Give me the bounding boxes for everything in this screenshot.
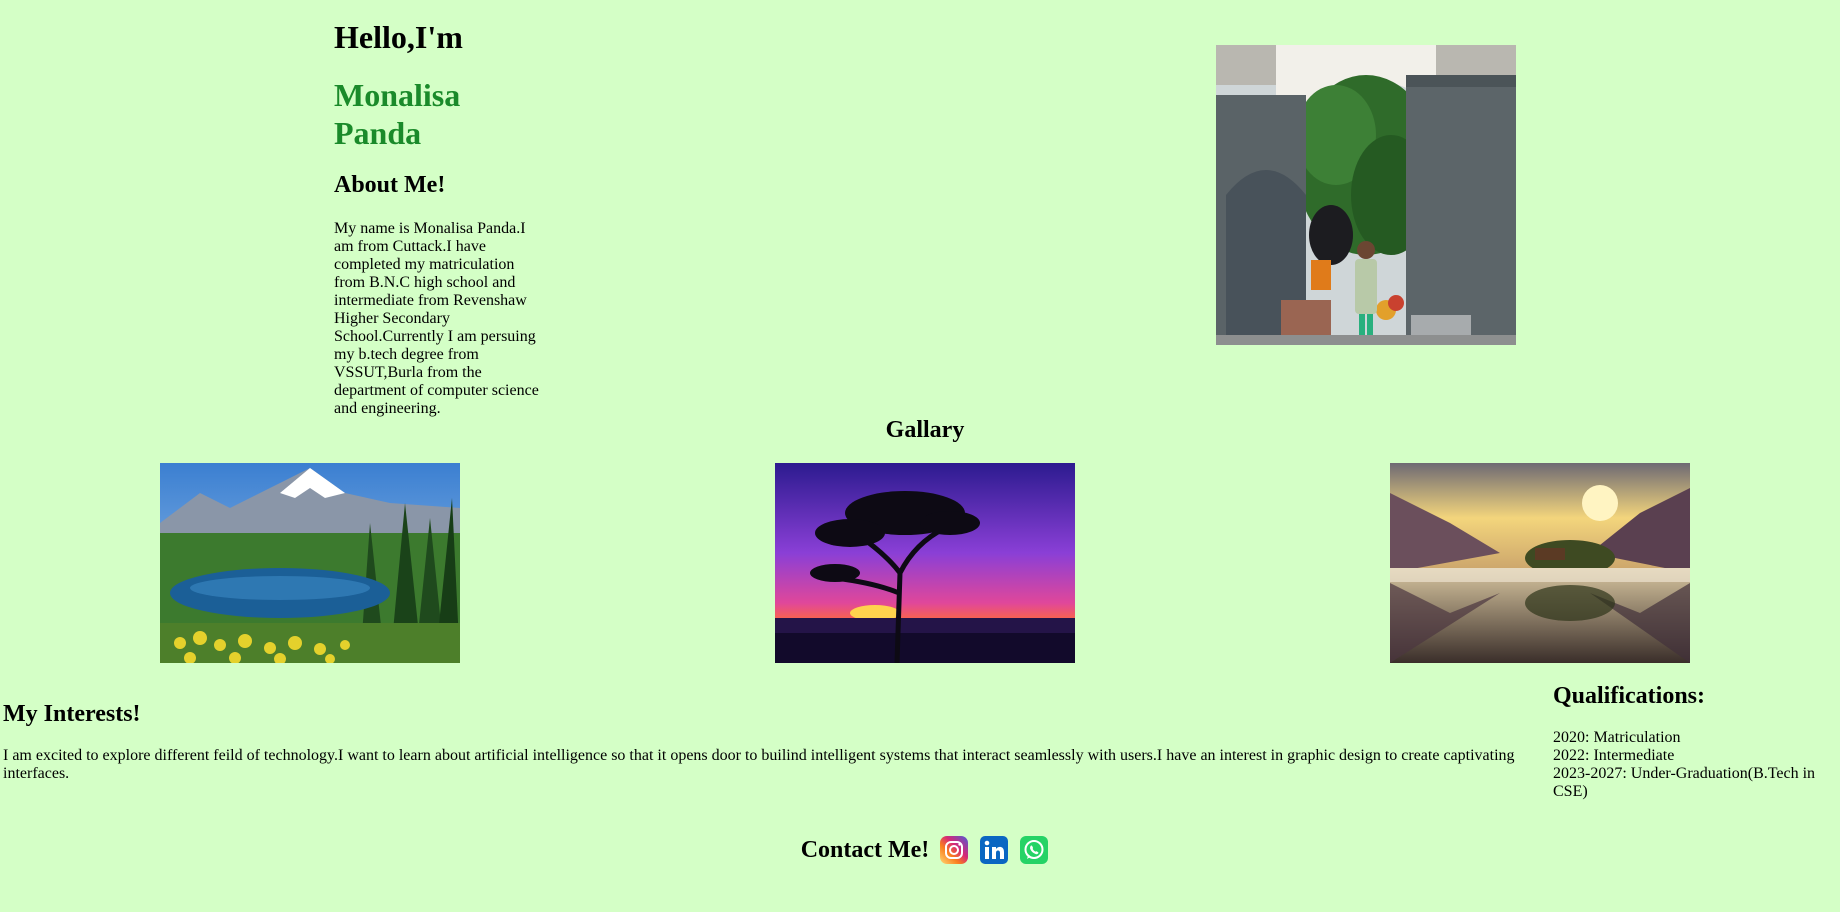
name-heading: Monalisa Panda (334, 77, 461, 151)
about-text: My name is Monalisa Panda.I am from Cutt… (334, 220, 539, 417)
profile-photo (1216, 45, 1516, 345)
qualification-item: 2020: Matriculation (1553, 729, 1681, 746)
about-heading: About Me! (334, 172, 446, 198)
gallery-image-mountain-lake (160, 463, 460, 663)
contact-heading: Contact Me! (800, 837, 930, 864)
gallery-heading: Gallary (885, 417, 965, 443)
gallery-image-purple-sunset (775, 463, 1075, 663)
greeting-heading: Hello,I'm (334, 19, 463, 55)
whatsapp-icon[interactable] (1019, 835, 1049, 865)
instagram-icon[interactable] (939, 835, 969, 865)
qualification-item: 2022: Intermediate (1553, 747, 1675, 764)
contact-section: Contact Me! (0, 833, 1840, 866)
qualification-item: 2023-2027: Under-Graduation(B.Tech in CS… (1553, 765, 1816, 800)
linkedin-icon[interactable] (979, 835, 1009, 865)
qualifications-heading: Qualifications: (1553, 683, 1706, 709)
interests-text: I am excited to explore different feild … (3, 747, 1515, 782)
interests-section: My Interests! I am excited to explore di… (3, 699, 1515, 783)
qualifications-list: 2020: Matriculation 2022: Intermediate 2… (1553, 729, 1833, 801)
interests-heading: My Interests! (3, 701, 141, 727)
intro-section: Hello,I'm Monalisa Panda About Me! My na… (334, 0, 544, 418)
qualifications-section: Qualifications: 2020: Matriculation 2022… (1553, 681, 1833, 801)
gallery-image-lake-reflection (1390, 463, 1690, 663)
